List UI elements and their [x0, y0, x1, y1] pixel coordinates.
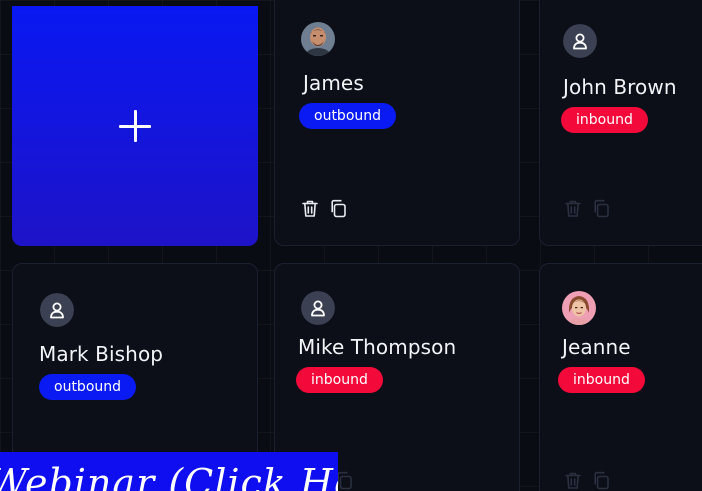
- avatar: [562, 291, 596, 325]
- avatar-photo-icon: [562, 291, 596, 325]
- avatar: [40, 293, 74, 327]
- trash-icon[interactable]: [564, 471, 582, 490]
- direction-badge: inbound: [561, 107, 648, 133]
- contact-card[interactable]: James outbound: [274, 0, 520, 246]
- trash-icon[interactable]: [301, 199, 319, 218]
- copy-icon[interactable]: [329, 199, 347, 218]
- contact-name: Mike Thompson: [298, 335, 457, 359]
- avatar-photo-icon: [301, 22, 335, 56]
- direction-badge: inbound: [558, 367, 645, 393]
- direction-badge: inbound: [296, 367, 383, 393]
- avatar: [563, 24, 597, 58]
- copy-icon[interactable]: [592, 199, 610, 218]
- webinar-banner-text: Webinar (Click Here): [0, 461, 338, 491]
- copy-icon[interactable]: [592, 471, 610, 490]
- contact-name: John Brown: [563, 75, 677, 99]
- avatar: [301, 291, 335, 325]
- trash-icon[interactable]: [564, 199, 582, 218]
- add-contact-card[interactable]: [12, 6, 258, 246]
- webinar-banner-link[interactable]: Webinar (Click Here): [0, 452, 338, 491]
- plus-icon: [119, 110, 151, 142]
- person-placeholder-icon: [563, 24, 597, 58]
- contact-card[interactable]: John Brown inbound: [539, 0, 702, 246]
- person-placeholder-icon: [40, 293, 74, 327]
- contact-name: James: [303, 71, 364, 95]
- contact-name: Mark Bishop: [39, 342, 164, 366]
- direction-badge: outbound: [299, 103, 397, 129]
- direction-badge: outbound: [39, 374, 137, 400]
- avatar: [301, 22, 335, 56]
- contact-name: Jeanne: [562, 335, 631, 359]
- contact-card[interactable]: Jeanne inbound: [539, 263, 702, 491]
- person-placeholder-icon: [301, 291, 335, 325]
